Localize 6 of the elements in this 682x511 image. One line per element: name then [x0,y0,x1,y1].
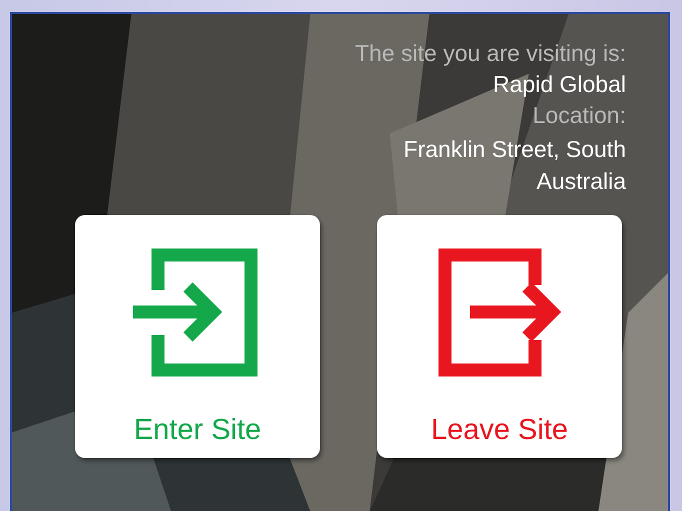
location-text: Franklin Street, South Australia [402,135,626,196]
enter-site-button[interactable]: Enter Site [75,215,320,458]
site-label: The site you are visiting is: [354,40,626,67]
leave-site-button[interactable]: Leave Site [377,215,622,458]
site-name: Rapid Global [493,71,626,98]
location-label: Location: [532,102,626,129]
